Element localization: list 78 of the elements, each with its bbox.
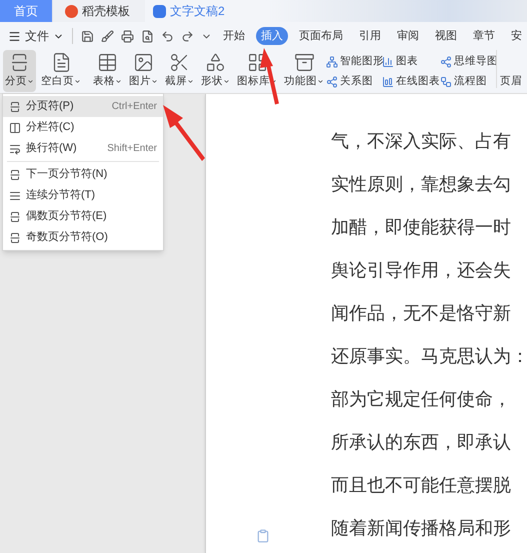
document-text-line: 随着新闻传播格局和形 <box>331 517 512 541</box>
caret-icon <box>223 78 230 86</box>
document-text-line: 气，不深入实际、占有 <box>331 130 512 154</box>
brush-icon[interactable] <box>101 30 114 42</box>
document-text-line: 部为它规定任何使命， <box>331 388 512 412</box>
ribbon-button[interactable]: 截屏 <box>163 50 196 92</box>
ribbon-small-button[interactable]: 在线图表 <box>382 72 440 92</box>
ribbon-button[interactable]: 图片 <box>127 50 160 92</box>
ribbon-icon <box>97 52 118 73</box>
ribbon-small-icon <box>382 56 394 68</box>
ribbon-button[interactable]: 功能图 <box>282 50 326 92</box>
file-menu[interactable]: 文件 <box>4 27 68 45</box>
document-text-line: 所承认的东西，即承认 <box>331 431 512 455</box>
title-tab[interactable]: 文字文稿2 <box>145 0 265 22</box>
menu-tab[interactable]: 开始 <box>218 26 250 46</box>
annotation-arrow <box>260 48 279 104</box>
menu-tab[interactable]: 安 <box>506 26 527 46</box>
document-text-line: 还原事实。马克思认为： <box>331 345 527 369</box>
ribbon-small-icon <box>440 56 452 68</box>
caret-icon <box>317 78 324 86</box>
ribbon-small-icon <box>326 76 338 88</box>
ribbon-small-button[interactable]: 流程图 <box>440 72 487 92</box>
menu-item[interactable]: 奇数页分节符(O) <box>3 227 163 248</box>
ribbon-button[interactable]: 分页 <box>3 50 36 92</box>
preview-icon[interactable] <box>141 30 154 42</box>
menu-item-icon <box>9 210 21 222</box>
menu-tab[interactable]: 引用 <box>354 26 386 46</box>
menu-item-icon <box>9 122 21 134</box>
ribbon-icon <box>205 52 226 73</box>
menu-tab[interactable]: 页面布局 <box>294 26 348 46</box>
ribbon-button[interactable]: 图标库 <box>235 50 279 92</box>
menu-item[interactable]: 换行符(W) Shift+Enter <box>3 138 163 159</box>
ribbon-small-button[interactable]: 关系图 <box>326 72 373 92</box>
menu-tab[interactable]: 插入 <box>256 26 288 46</box>
menu-item[interactable]: 分栏符(C) <box>3 117 163 138</box>
document-text-line: 加醋，即使能获得一时 <box>331 216 512 240</box>
menu-tab[interactable]: 审阅 <box>392 26 424 46</box>
menu-item[interactable]: 分页符(P) Ctrl+Enter <box>3 96 163 117</box>
title-tab[interactable]: 稻壳模板 <box>53 0 145 22</box>
ribbon-small-icon <box>382 76 394 88</box>
save-icon[interactable] <box>81 30 94 42</box>
ribbon-button[interactable]: 形状 <box>199 50 232 92</box>
ribbon-button[interactable]: 空白页 <box>39 50 83 92</box>
menu-item[interactable]: 下一页分节符(N) <box>3 164 163 185</box>
document-text-line: 实性原则，靠想象去勾 <box>331 173 512 197</box>
ribbon-button[interactable]: 表格 <box>91 50 124 92</box>
caret-icon <box>115 78 122 86</box>
document-text-line: 闻作品，无不是恪守新 <box>331 302 512 326</box>
ribbon-icon <box>294 52 314 73</box>
caret-icon <box>187 78 194 86</box>
menu-item-icon <box>9 142 21 154</box>
caret-icon <box>151 78 158 86</box>
ribbon-small-icon <box>440 76 452 88</box>
menu-item[interactable]: 偶数页分节符(E) <box>3 206 163 227</box>
ribbon-small-icon <box>326 56 338 68</box>
ribbon-icon <box>133 52 154 73</box>
ribbon-small-button[interactable]: 智能图形 <box>326 52 384 72</box>
ribbon-icon <box>9 52 30 73</box>
annotation-arrow <box>163 105 205 161</box>
caret-icon <box>74 78 81 86</box>
redo-icon[interactable] <box>181 30 194 42</box>
menu-icon <box>8 30 21 42</box>
print-icon[interactable] <box>121 30 134 42</box>
ribbon-label[interactable]: 页眉 <box>500 74 522 90</box>
ribbon-icon <box>246 52 268 73</box>
menu-item-icon <box>9 168 21 180</box>
ribbon-small-button[interactable]: 图表 <box>382 52 418 72</box>
menu-item-icon <box>9 100 21 112</box>
menu-item-icon <box>9 232 21 244</box>
document-text-line: 而且也不可能任意摆脱 <box>331 474 512 498</box>
menu-item-icon <box>9 190 21 202</box>
undo-icon[interactable] <box>161 30 174 42</box>
caret-icon <box>27 78 34 86</box>
menu-tab[interactable]: 视图 <box>430 26 462 46</box>
menu-tab[interactable]: 章节 <box>468 26 500 46</box>
ribbon-icon <box>169 52 190 73</box>
document-text-line: 舆论引导作用，还会失 <box>331 259 512 283</box>
menu-item[interactable]: 连续分节符(T) <box>3 185 163 206</box>
